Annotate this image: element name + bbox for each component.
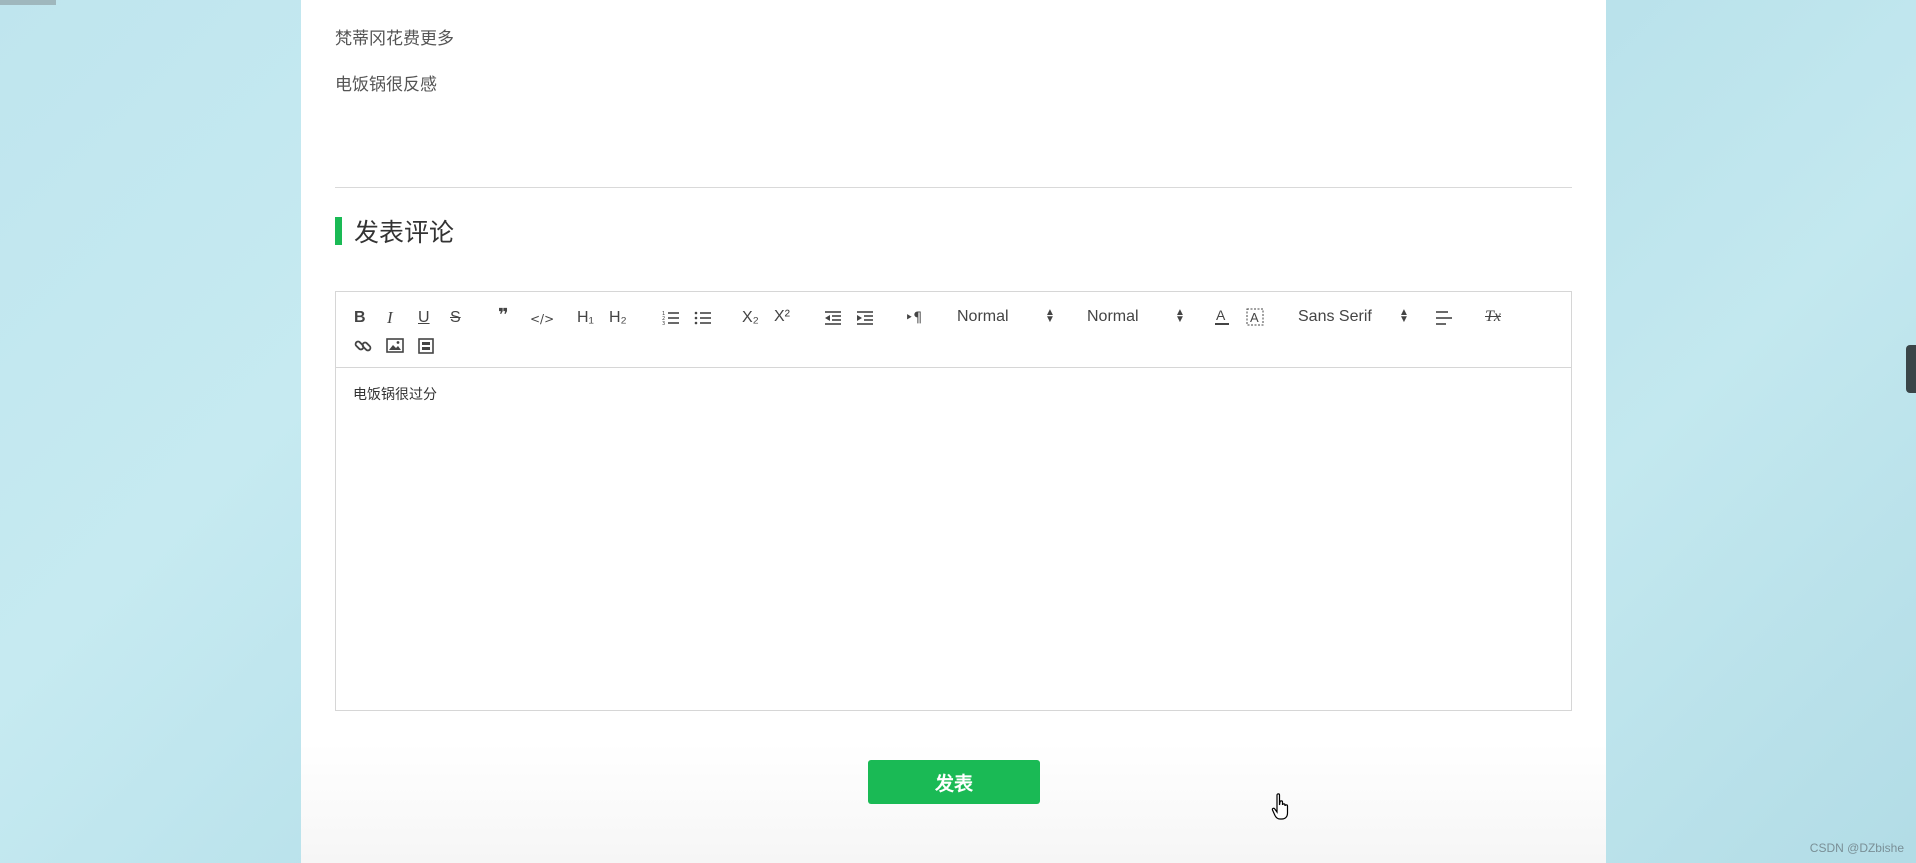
header-select[interactable]: Normal ▲ ▼	[957, 308, 1057, 326]
clean-format-button[interactable]: Tx	[1485, 307, 1501, 327]
outdent-icon[interactable]	[824, 310, 842, 326]
ordered-list-icon[interactable]: 123	[662, 310, 680, 326]
indent-icon[interactable]	[856, 310, 874, 326]
content-page: 梵蒂冈花费更多 电饭锅很反感 发表评论 B I U S ❞ </> H₁ H₂ …	[301, 0, 1606, 863]
select-arrows-icon: ▲ ▼	[1175, 307, 1185, 325]
rich-text-editor: B I U S ❞ </> H₁ H₂ 123 X₂ X² ‣¶ Normal …	[335, 291, 1572, 711]
blockquote-button[interactable]: ❞	[498, 306, 509, 326]
submit-comment-button[interactable]: 发表	[868, 760, 1040, 804]
size-select[interactable]: Normal ▲ ▼	[1087, 308, 1187, 326]
background-color-icon[interactable]: A	[1246, 307, 1264, 327]
header-select-value: Normal	[957, 308, 1009, 325]
svg-text:A: A	[1250, 310, 1259, 325]
svg-text:A: A	[1216, 307, 1226, 323]
scrollbar-thumb[interactable]	[1906, 345, 1916, 393]
watermark-text: CSDN @DZbishe	[1809, 841, 1904, 855]
header2-button[interactable]: H₂	[609, 308, 627, 328]
editor-toolbar: B I U S ❞ </> H₁ H₂ 123 X₂ X² ‣¶ Normal …	[336, 292, 1571, 368]
svg-text:3: 3	[662, 321, 665, 326]
size-select-value: Normal	[1087, 308, 1139, 325]
video-icon[interactable]	[418, 338, 434, 354]
underline-button[interactable]: U	[418, 308, 430, 328]
section-title: 发表评论	[354, 218, 455, 247]
comment-text: 梵蒂冈花费更多	[335, 29, 454, 49]
italic-button[interactable]: I	[387, 308, 393, 328]
bullet-list-icon[interactable]	[694, 310, 712, 326]
link-icon[interactable]	[354, 337, 372, 355]
hand-cursor-icon	[1271, 793, 1289, 820]
code-block-button[interactable]: </>	[530, 309, 554, 329]
editor-content-area[interactable]: 电饭锅很过分	[336, 368, 1571, 709]
top-bar-remnant	[0, 0, 56, 5]
section-accent-bar	[335, 217, 342, 245]
strike-button[interactable]: S	[450, 308, 461, 328]
editor-content-text: 电饭锅很过分	[353, 387, 437, 403]
bold-button[interactable]: B	[354, 308, 366, 328]
image-icon[interactable]	[386, 338, 404, 354]
comment-text: 电饭锅很反感	[335, 75, 437, 95]
select-arrows-icon: ▲ ▼	[1399, 307, 1409, 325]
section-heading: 发表评论	[335, 216, 455, 247]
text-color-icon[interactable]: A	[1214, 306, 1230, 326]
align-icon[interactable]	[1435, 310, 1453, 326]
header1-button[interactable]: H₁	[577, 308, 594, 328]
text-direction-button[interactable]: ‣¶	[905, 308, 922, 328]
subscript-button[interactable]: X₂	[742, 308, 759, 328]
select-arrows-icon: ▲ ▼	[1045, 307, 1055, 325]
divider	[335, 187, 1572, 188]
font-select[interactable]: Sans Serif ▲ ▼	[1298, 307, 1409, 326]
superscript-button[interactable]: X²	[774, 307, 790, 327]
submit-button-label: 发表	[934, 772, 973, 795]
font-select-value: Sans Serif	[1298, 308, 1372, 325]
